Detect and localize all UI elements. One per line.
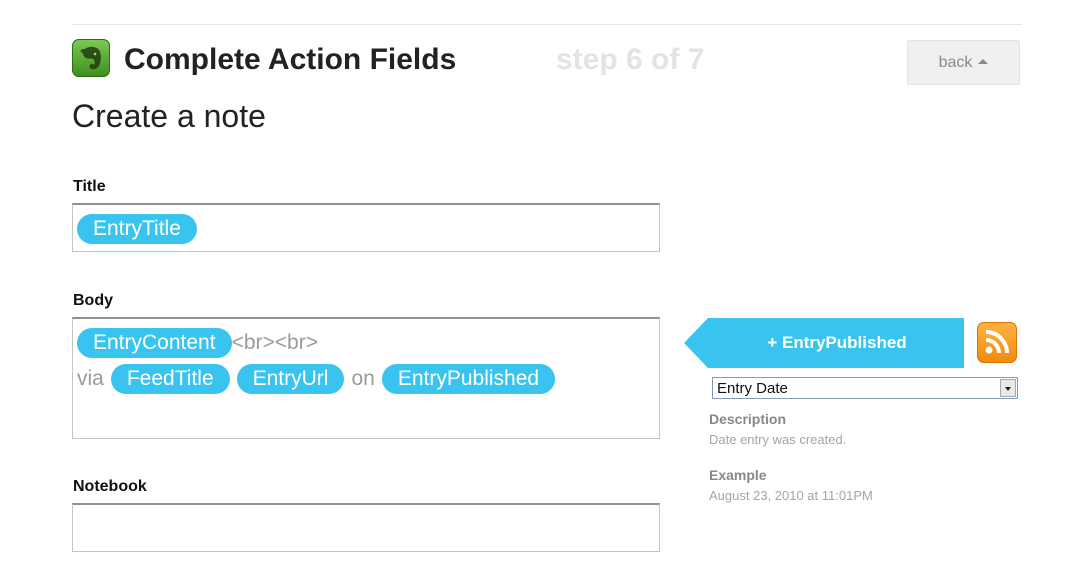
title-field-label: Title [73, 178, 106, 195]
title-field[interactable]: EntryTitle [72, 203, 660, 252]
action-title: Create a note [72, 98, 266, 134]
dropdown-arrow-icon[interactable] [1000, 379, 1016, 397]
back-button[interactable]: back [907, 40, 1020, 85]
notebook-field[interactable] [72, 503, 660, 552]
step-indicator: step 6 of 7 [556, 43, 705, 76]
ingredient-select[interactable]: Entry Date [712, 377, 1018, 399]
back-button-label: back [938, 53, 973, 71]
body-text-on: on [351, 367, 375, 390]
ingredient-token-feedtitle[interactable]: FeedTitle [110, 364, 230, 394]
ingredient-select-value: Entry Date [717, 379, 788, 397]
notebook-field-label: Notebook [73, 478, 147, 495]
ingredient-token-entrypublished[interactable]: EntryPublished [381, 364, 556, 394]
ingredient-token-entrytitle[interactable]: EntryTitle [77, 214, 197, 244]
body-field-label: Body [73, 292, 113, 309]
evernote-elephant-icon [72, 39, 110, 77]
body-field[interactable]: EntryContent <br><br> via FeedTitle Entr… [72, 317, 660, 439]
body-text-via: via [77, 367, 104, 390]
page-title: Complete Action Fields [124, 43, 457, 76]
ingredient-token-entryurl[interactable]: EntryUrl [236, 364, 345, 394]
rss-feed-icon [977, 322, 1017, 363]
header-divider [72, 24, 1022, 25]
body-text-break: <br><br> [231, 331, 318, 354]
description-text: Date entry was created. [709, 432, 847, 447]
example-label: Example [709, 467, 767, 483]
example-text: August 23, 2010 at 11:01PM [709, 488, 873, 503]
ingredient-token-entrycontent[interactable]: EntryContent [77, 328, 232, 358]
caret-up-icon [978, 59, 989, 64]
add-ingredient-button[interactable]: + EntryPublished [684, 318, 964, 368]
description-label: Description [709, 411, 787, 427]
add-ingredient-label: + EntryPublished [767, 333, 907, 352]
